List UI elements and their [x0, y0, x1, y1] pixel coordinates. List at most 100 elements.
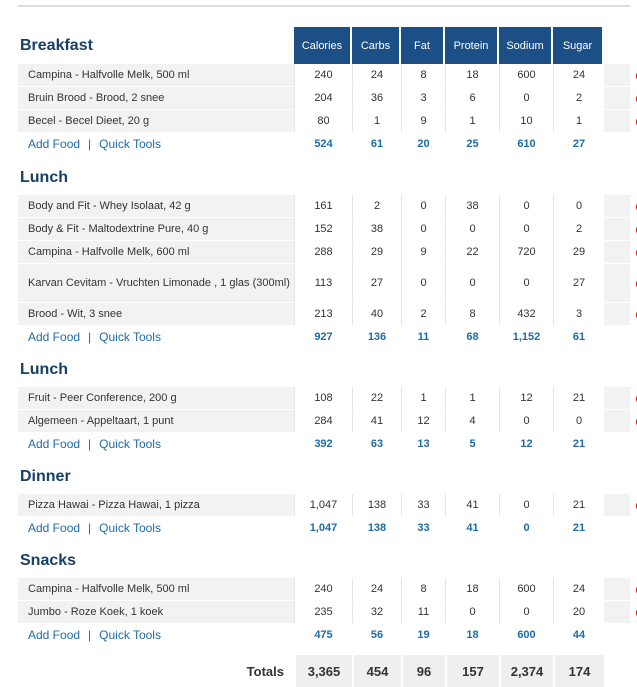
- food-sodium: 0: [499, 87, 553, 109]
- food-name[interactable]: Bruin Brood - Brood, 2 snee: [18, 87, 294, 109]
- food-protein: 8: [445, 303, 499, 325]
- food-carbs: 1: [352, 110, 401, 132]
- add-food-link[interactable]: Add Food: [28, 437, 80, 451]
- food-row[interactable]: Brood - Wit, 3 snee 213 40 2 8 432 3: [18, 303, 637, 326]
- food-row[interactable]: Bruin Brood - Brood, 2 snee 204 36 3 6 0 2: [18, 87, 637, 110]
- food-sugar: 21: [553, 387, 604, 409]
- food-sodium: 0: [499, 264, 553, 302]
- meal-total-calories: 524: [294, 133, 352, 155]
- food-name[interactable]: Brood - Wit, 3 snee: [18, 303, 294, 325]
- food-name[interactable]: Campina - Halfvolle Melk, 500 ml: [18, 578, 294, 600]
- quick-tools-link[interactable]: Quick Tools: [99, 521, 161, 535]
- meal-actions: Add Food | Quick Tools: [18, 517, 294, 539]
- food-fat: 1: [401, 387, 445, 409]
- col-carbs[interactable]: Carbs: [352, 27, 401, 64]
- food-calories: 108: [294, 387, 352, 409]
- meal-title: Dinner: [20, 468, 71, 485]
- add-food-link[interactable]: Add Food: [28, 628, 80, 642]
- food-fat: 9: [401, 241, 445, 263]
- food-calories: 161: [294, 195, 352, 217]
- meal-total-sugar: 61: [553, 326, 604, 348]
- meal-title: Lunch: [20, 169, 68, 186]
- food-protein: 4: [445, 410, 499, 432]
- food-row[interactable]: Jumbo - Roze Koek, 1 koek 235 32 11 0 0 20: [18, 601, 637, 624]
- add-food-link[interactable]: Add Food: [28, 521, 80, 535]
- food-row[interactable]: Karvan Cevitam - Vruchten Limonade , 1 g…: [18, 264, 637, 303]
- top-divider: [18, 5, 630, 7]
- quick-tools-link[interactable]: Quick Tools: [99, 628, 161, 642]
- food-sugar: 29: [553, 241, 604, 263]
- meal-total-sodium: 610: [499, 133, 553, 155]
- food-row[interactable]: Pizza Hawai - Pizza Hawai, 1 pizza 1,047 1…: [18, 494, 637, 517]
- meal-total-carbs: 138: [352, 517, 401, 539]
- food-sodium: 600: [499, 578, 553, 600]
- food-protein: 41: [445, 494, 499, 516]
- food-calories: 240: [294, 578, 352, 600]
- food-row[interactable]: Campina - Halfvolle Melk, 500 ml 240 24 8 18…: [18, 64, 637, 87]
- food-name[interactable]: Body and Fit - Whey Isolaat, 42 g: [18, 195, 294, 217]
- food-fat: 0: [401, 218, 445, 240]
- food-fat: 0: [401, 264, 445, 302]
- food-name[interactable]: Body & Fit - Maltodextrine Pure, 40 g: [18, 218, 294, 240]
- meal-total-fat: 11: [401, 326, 445, 348]
- food-name[interactable]: Becel - Becel Dieet, 20 g: [18, 110, 294, 132]
- meal-total-carbs: 63: [352, 433, 401, 455]
- food-row[interactable]: Algemeen - Appeltaart, 1 punt 284 41 12 4 0 0: [18, 410, 637, 433]
- col-fat[interactable]: Fat: [401, 27, 445, 64]
- food-calories: 113: [294, 264, 352, 302]
- col-sugar[interactable]: Sugar: [553, 27, 604, 64]
- add-food-link[interactable]: Add Food: [28, 137, 80, 151]
- food-row[interactable]: Campina - Halfvolle Melk, 500 ml 240 24 8 18…: [18, 578, 637, 601]
- meal-actions: Add Food | Quick Tools: [18, 433, 294, 455]
- meal-total-calories: 927: [294, 326, 352, 348]
- add-food-link[interactable]: Add Food: [28, 330, 80, 344]
- meal-total-sugar: 21: [553, 433, 604, 455]
- meal-total-fat: 20: [401, 133, 445, 155]
- meal-total-sodium: 600: [499, 624, 553, 646]
- food-name[interactable]: Pizza Hawai - Pizza Hawai, 1 pizza: [18, 494, 294, 516]
- food-carbs: 24: [352, 578, 401, 600]
- quick-tools-link[interactable]: Quick Tools: [99, 137, 161, 151]
- food-sodium: 0: [499, 195, 553, 217]
- col-calories[interactable]: Calories: [294, 27, 352, 64]
- food-sugar: 1: [553, 110, 604, 132]
- grand-total-carbs: 454: [352, 655, 401, 687]
- food-name[interactable]: Jumbo - Roze Koek, 1 koek: [18, 601, 294, 623]
- food-row[interactable]: Body & Fit - Maltodextrine Pure, 40 g 152…: [18, 218, 637, 241]
- food-fat: 8: [401, 64, 445, 86]
- col-sodium[interactable]: Sodium: [499, 27, 553, 64]
- food-name[interactable]: Karvan Cevitam - Vruchten Limonade , 1 g…: [18, 264, 294, 302]
- col-protein[interactable]: Protein: [445, 27, 499, 64]
- food-sugar: 20: [553, 601, 604, 623]
- food-calories: 204: [294, 87, 352, 109]
- food-carbs: 2: [352, 195, 401, 217]
- meal-totals-row: Add Food | Quick Tools 927 136 11 68 1,152 61: [18, 326, 630, 348]
- food-fat: 33: [401, 494, 445, 516]
- food-carbs: 36: [352, 87, 401, 109]
- food-sodium: 432: [499, 303, 553, 325]
- quick-tools-link[interactable]: Quick Tools: [99, 437, 161, 451]
- meal-total-fat: 33: [401, 517, 445, 539]
- meal-total-calories: 392: [294, 433, 352, 455]
- food-calories: 152: [294, 218, 352, 240]
- quick-tools-link[interactable]: Quick Tools: [99, 330, 161, 344]
- food-name[interactable]: Campina - Halfvolle Melk, 600 ml: [18, 241, 294, 263]
- food-carbs: 27: [352, 264, 401, 302]
- food-carbs: 32: [352, 601, 401, 623]
- food-row[interactable]: Body and Fit - Whey Isolaat, 42 g 161 2 0 38…: [18, 195, 637, 218]
- food-protein: 0: [445, 264, 499, 302]
- food-name[interactable]: Campina - Halfvolle Melk, 500 ml: [18, 64, 294, 86]
- meal-total-carbs: 61: [352, 133, 401, 155]
- link-separator: |: [88, 521, 92, 535]
- food-sugar: 24: [553, 578, 604, 600]
- meal-total-fat: 13: [401, 433, 445, 455]
- food-row[interactable]: Becel - Becel Dieet, 20 g 80 1 9 1 10 1: [18, 110, 637, 133]
- food-sugar: 3: [553, 303, 604, 325]
- food-name[interactable]: Algemeen - Appeltaart, 1 punt: [18, 410, 294, 432]
- food-row[interactable]: Campina - Halfvolle Melk, 600 ml 288 29 9 22…: [18, 241, 637, 264]
- food-name[interactable]: Fruit - Peer Conference, 200 g: [18, 387, 294, 409]
- food-sodium: 0: [499, 601, 553, 623]
- food-row[interactable]: Fruit - Peer Conference, 200 g 108 22 1 1 12 2…: [18, 387, 637, 410]
- meal-total-sodium: 0: [499, 517, 553, 539]
- meal-total-sugar: 27: [553, 133, 604, 155]
